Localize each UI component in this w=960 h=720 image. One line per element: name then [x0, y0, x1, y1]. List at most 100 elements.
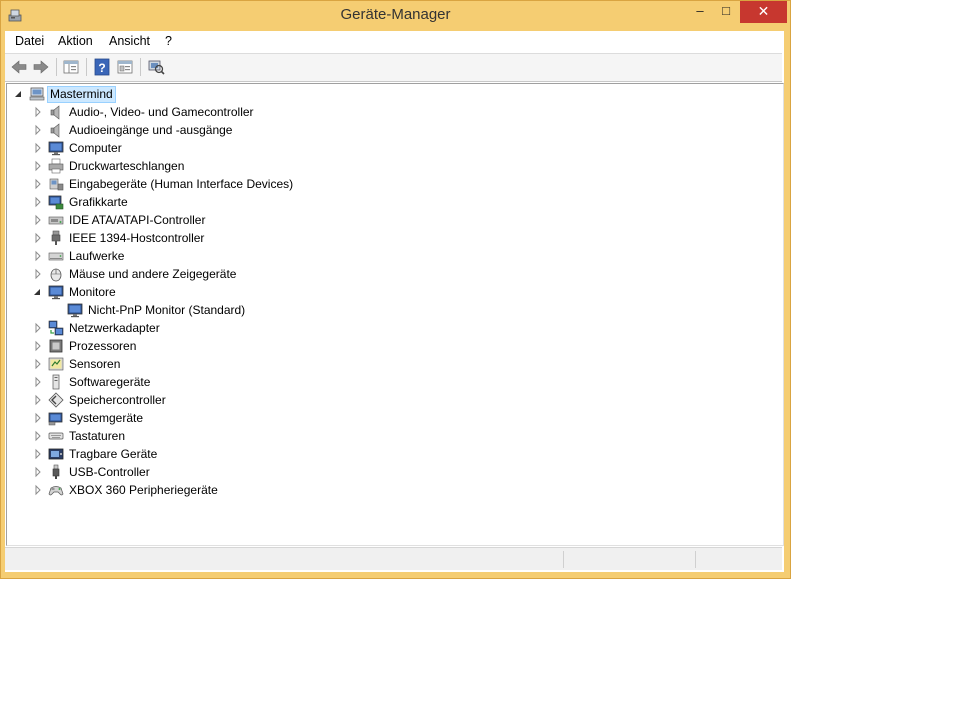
expand-arrow-icon[interactable] [33, 373, 43, 391]
expand-arrow-icon[interactable] [33, 463, 43, 481]
expand-arrow-icon[interactable] [33, 337, 43, 355]
tree-category[interactable]: Prozessoren [7, 337, 767, 355]
tree-category[interactable]: Laufwerke [7, 247, 767, 265]
menu-aktion[interactable]: Aktion [58, 34, 93, 48]
close-button[interactable]: ✕ [740, 1, 787, 23]
tree-category-label: Audio-, Video- und Gamecontroller [69, 105, 254, 119]
title-bar[interactable]: Geräte-Manager – □ ✕ [1, 1, 790, 29]
expand-arrow-icon[interactable] [33, 319, 43, 337]
tree-category-label: Grafikkarte [69, 195, 128, 209]
tree-category[interactable]: IEEE 1394-Hostcontroller [7, 229, 767, 247]
expand-arrow-icon[interactable] [33, 427, 43, 445]
display-adapter-icon [48, 195, 64, 210]
tree-category[interactable]: Computer [7, 139, 767, 157]
tree-category[interactable]: Tastaturen [7, 427, 767, 445]
tree-category[interactable]: USB-Controller [7, 463, 767, 481]
tree-category-label: IDE ATA/ATAPI-Controller [69, 213, 206, 227]
tree-category[interactable]: Softwaregeräte [7, 373, 767, 391]
menu-datei[interactable]: Datei [15, 34, 44, 48]
tree-category-label: Systemgeräte [69, 411, 144, 425]
expand-arrow-icon[interactable] [33, 103, 43, 121]
tree-category-label: Netzwerkadapter [69, 321, 160, 335]
forward-icon[interactable] [31, 58, 51, 76]
tree-category-label: XBOX 360 Peripheriegeräte [69, 483, 218, 497]
show-hide-console-tree-icon[interactable] [61, 58, 81, 76]
gamepad-icon [48, 486, 64, 496]
tree-category-label: Prozessoren [69, 339, 137, 353]
tree-category-label: Tragbare Geräte [69, 447, 158, 461]
expand-arrow-icon[interactable] [33, 229, 43, 247]
tree-category[interactable]: Netzwerkadapter [7, 319, 767, 337]
tree-category-label: Monitore [69, 285, 116, 299]
maximize-button[interactable]: □ [713, 1, 739, 23]
collapse-arrow-icon[interactable] [33, 283, 43, 301]
speaker-icon [50, 105, 60, 120]
hid-icon [49, 178, 64, 191]
expand-arrow-icon[interactable] [33, 445, 43, 463]
processor-icon [49, 339, 63, 353]
monitor-icon [67, 303, 83, 318]
tree-category[interactable]: Audio-, Video- und Gamecontroller [7, 103, 767, 121]
expand-arrow-icon[interactable] [33, 121, 43, 139]
expand-arrow-icon[interactable] [33, 409, 43, 427]
collapse-arrow-icon[interactable] [14, 85, 24, 103]
device-manager-window: Geräte-Manager – □ ✕ Datei Aktion Ansich… [0, 0, 791, 579]
toolbar: ? [5, 53, 782, 82]
tree-category-label: Druckwarteschlangen [69, 159, 185, 173]
ide-controller-icon [48, 216, 64, 225]
tree-category[interactable]: Tragbare Geräte [7, 445, 767, 463]
expand-arrow-icon[interactable] [33, 139, 43, 157]
tree-category[interactable]: Grafikkarte [7, 193, 767, 211]
menu-bar: Datei Aktion Ansicht ? [5, 31, 784, 52]
properties-icon[interactable] [115, 58, 135, 76]
minimize-button[interactable]: – [687, 1, 713, 23]
tree-category[interactable]: Mäuse und andere Zeigegeräte [7, 265, 767, 283]
tree-category[interactable]: Speichercontroller [7, 391, 767, 409]
tree-category-label: Speichercontroller [69, 393, 166, 407]
keyboard-icon [48, 432, 64, 440]
tree-category[interactable]: Sensoren [7, 355, 767, 373]
tree-category-label: Mäuse und andere Zeigegeräte [69, 267, 237, 281]
mouse-icon [50, 268, 62, 282]
speaker-icon [50, 123, 60, 138]
computer-icon [29, 87, 45, 101]
tree-category[interactable]: Druckwarteschlangen [7, 157, 767, 175]
tree-category-label: USB-Controller [69, 465, 150, 479]
tree-root-label[interactable]: Mastermind [47, 86, 116, 103]
window-title: Geräte-Manager [340, 6, 451, 23]
expand-arrow-icon[interactable] [33, 157, 43, 175]
expand-arrow-icon[interactable] [33, 481, 43, 499]
back-icon[interactable] [9, 58, 29, 76]
firewire-icon [51, 230, 61, 245]
tree-category-label: Eingabegeräte (Human Interface Devices) [69, 177, 294, 191]
expand-arrow-icon[interactable] [33, 355, 43, 373]
tree-category[interactable]: Eingabegeräte (Human Interface Devices) [7, 175, 767, 193]
tree-device[interactable]: Nicht-PnP Monitor (Standard) [7, 301, 767, 319]
expand-arrow-icon[interactable] [33, 175, 43, 193]
expand-arrow-icon[interactable] [33, 391, 43, 409]
menu-help[interactable]: ? [165, 34, 172, 48]
expand-arrow-icon[interactable] [33, 211, 43, 229]
tree-category-label: Laufwerke [69, 249, 125, 263]
expand-arrow-icon[interactable] [33, 193, 43, 211]
tree-category[interactable]: Audioeingänge und -ausgänge [7, 121, 767, 139]
monitor-icon [48, 141, 64, 156]
expand-arrow-icon[interactable] [33, 265, 43, 283]
printer-icon [48, 158, 64, 174]
usb-icon [52, 464, 60, 479]
expand-arrow-icon[interactable] [33, 247, 43, 265]
software-device-icon [52, 374, 60, 390]
menu-ansicht[interactable]: Ansicht [109, 34, 150, 48]
monitor-icon [48, 285, 64, 300]
portable-device-icon [48, 448, 64, 460]
tree-category-label: Softwaregeräte [69, 375, 151, 389]
tree-root[interactable]: Mastermind [7, 85, 767, 103]
client-area: Datei Aktion Ansicht ? ? Mastermind Audi… [5, 31, 784, 572]
tree-category[interactable]: XBOX 360 Peripheriegeräte [7, 481, 767, 499]
tree-category[interactable]: Systemgeräte [7, 409, 767, 427]
tree-category[interactable]: Monitore [7, 283, 767, 301]
tree-category[interactable]: IDE ATA/ATAPI-Controller [7, 211, 767, 229]
help-icon[interactable]: ? [92, 58, 112, 76]
scan-hardware-icon[interactable] [146, 58, 166, 76]
device-tree[interactable]: Mastermind Audio-, Video- und Gamecontrol… [6, 83, 784, 546]
